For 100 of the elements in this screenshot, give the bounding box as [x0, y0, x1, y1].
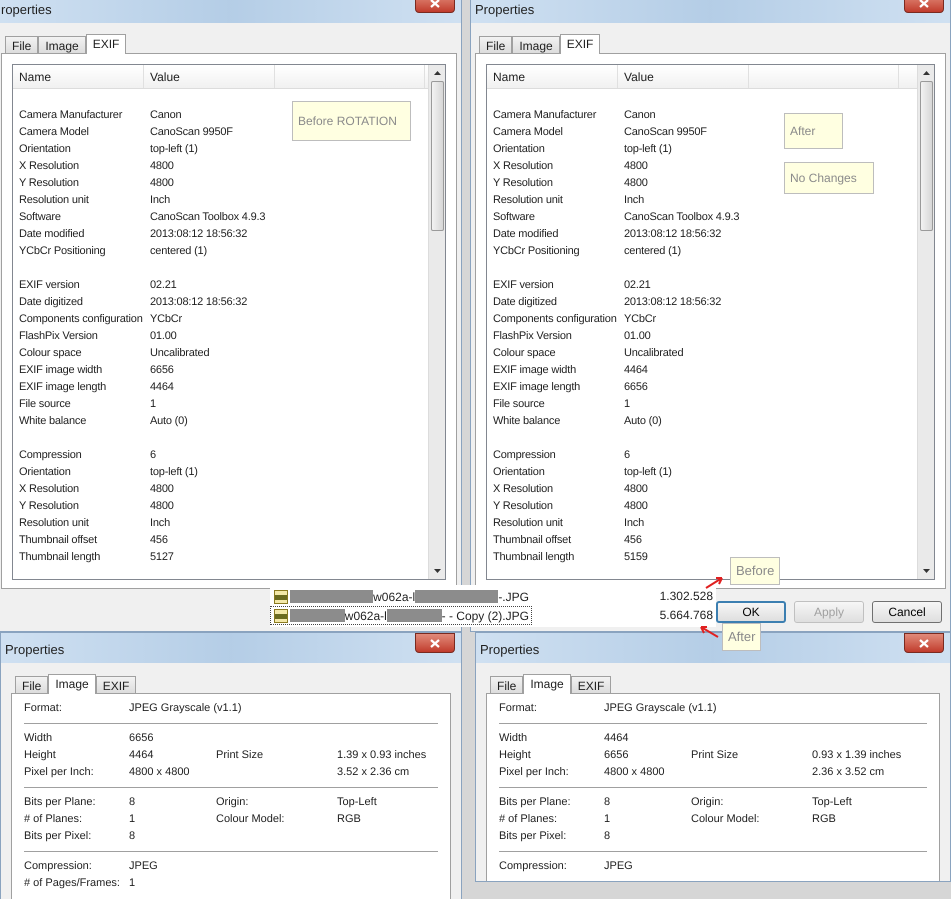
tab[interactable]: EXIF [96, 676, 136, 693]
close-icon [919, 0, 929, 8]
field-value: RGB [337, 812, 361, 827]
redaction-block [386, 609, 442, 622]
close-button[interactable] [904, 633, 944, 653]
window-title: roperties [0, 0, 52, 19]
tab[interactable]: EXIF [86, 34, 126, 54]
dialog-button[interactable]: Cancel [872, 601, 942, 623]
property-value: 4800 [149, 482, 174, 497]
image-file-icon [274, 590, 288, 604]
property-value: 01.00 [149, 329, 177, 344]
property-value: top-left (1) [623, 142, 672, 157]
column-header[interactable]: Value [144, 65, 275, 88]
property-name: Date digitized [493, 295, 557, 310]
column-header[interactable]: Name [13, 65, 144, 88]
property-name: Software [19, 210, 61, 225]
property-name: Y Resolution [493, 176, 553, 191]
file-row[interactable]: w062a-l -.JPG [270, 587, 532, 606]
tab[interactable]: EXIF [570, 676, 612, 693]
tab[interactable]: EXIF [560, 34, 600, 54]
property-value: 6 [149, 448, 156, 463]
tab[interactable]: Image [48, 674, 96, 694]
field-label: Height [24, 749, 56, 761]
property-value: 1 [149, 397, 156, 412]
property-value: 2013:08:12 18:56:32 [149, 295, 248, 310]
property-name: YCbCr Positioning [19, 244, 106, 259]
tab[interactable]: File [5, 36, 38, 53]
tab[interactable]: File [479, 36, 512, 53]
property-value: 4464 [149, 380, 174, 395]
property-value: 456 [623, 533, 642, 548]
property-name: EXIF image length [493, 380, 580, 395]
scrollbar-thumb[interactable] [920, 81, 932, 231]
field-value: 6656 [129, 732, 154, 744]
scrollbar-thumb[interactable] [430, 81, 444, 231]
property-value: 4464 [623, 363, 648, 378]
window-title: Properties [474, 0, 534, 19]
property-value: 1 [623, 397, 630, 412]
field-value: 4800 x 4800 [129, 766, 190, 778]
property-name: White balance [19, 414, 86, 429]
property-value: CanoScan Toolbox 4.9.3 [623, 210, 740, 225]
property-name: Colour space [19, 346, 82, 361]
property-value: Auto (0) [623, 414, 662, 429]
dialog-button[interactable]: OK [716, 601, 786, 623]
tab[interactable]: File [490, 676, 524, 693]
field-label: Print Size [216, 749, 264, 761]
property-name: X Resolution [493, 159, 553, 174]
property-value: top-left (1) [149, 142, 198, 157]
property-value: 2013:08:12 18:56:32 [149, 227, 248, 242]
tab[interactable]: File [15, 676, 48, 693]
scrollbar[interactable] [917, 65, 934, 579]
property-name: Y Resolution [493, 499, 553, 514]
field-label: Width [24, 732, 52, 744]
field-label: Compression: [24, 860, 92, 872]
tab[interactable]: Image [38, 36, 86, 53]
field-label: Bits per Pixel: [24, 830, 92, 842]
column-header[interactable]: Name [487, 65, 618, 88]
field-value: JPEG Grayscale (v1.1) [604, 702, 716, 714]
field-value: 4464 [604, 732, 628, 744]
field-label: Height [499, 749, 531, 761]
scrollbar[interactable] [428, 65, 445, 579]
tab[interactable]: Image [512, 36, 560, 53]
property-name: Components configuration [493, 312, 617, 327]
field-label: Origin: [216, 796, 248, 808]
property-value: 2013:08:12 18:56:32 [623, 227, 722, 242]
sticky-note: No Changes [784, 162, 874, 194]
column-header[interactable]: Value [618, 65, 749, 88]
property-value: 01.00 [623, 329, 651, 344]
property-name: File source [493, 397, 545, 412]
field-value: JPEG [604, 860, 633, 872]
field-value: Top-Left [337, 795, 377, 810]
field-value: 1 [129, 877, 136, 889]
property-name: Camera Manufacturer [19, 108, 122, 123]
field-value: 1 [604, 813, 610, 825]
property-value: Inch [623, 193, 644, 208]
property-value: Canon [149, 108, 182, 123]
property-value: Auto (0) [149, 414, 188, 429]
field-value: RGB [812, 812, 836, 827]
property-value: CanoScan Toolbox 4.9.3 [149, 210, 266, 225]
field-value: 6656 [604, 749, 628, 761]
property-name: White balance [493, 414, 560, 429]
field-label: Colour Model: [691, 813, 760, 825]
property-name: Software [493, 210, 535, 225]
close-icon [919, 638, 929, 648]
property-value: Canon [623, 108, 656, 123]
field-value: 2.36 x 3.52 cm [812, 765, 884, 780]
property-value: 6 [623, 448, 630, 463]
field-label: Compression: [499, 860, 567, 872]
field-label: # of Planes: [499, 813, 558, 825]
sticky-note: After [784, 113, 843, 149]
property-name: Orientation [493, 465, 545, 480]
property-name: Camera Model [19, 125, 89, 140]
property-value: 6656 [149, 363, 174, 378]
image-file-icon [274, 608, 288, 622]
tab[interactable]: Image [523, 674, 571, 694]
property-name: X Resolution [19, 482, 79, 497]
close-button[interactable] [415, 633, 455, 653]
property-value: 4800 [623, 159, 648, 174]
file-row[interactable]: w062a-l - - Copy (2).JPG [270, 606, 532, 625]
field-label: Width [499, 732, 528, 744]
window-title: Properties [4, 640, 64, 659]
